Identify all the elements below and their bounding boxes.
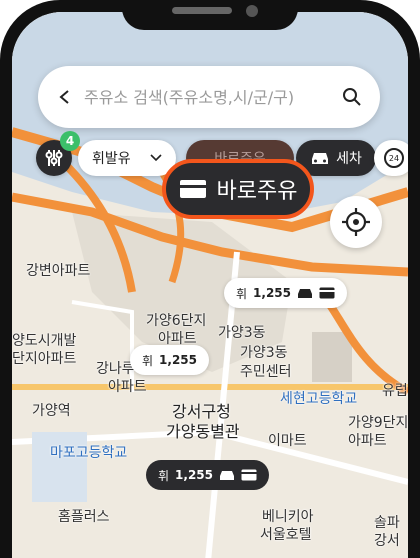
map-label: 가양9단지 xyxy=(348,415,408,431)
map-label: 유럽 xyxy=(382,383,408,399)
price-value: 1,255 xyxy=(253,286,292,300)
clock-24h-label: 24 xyxy=(389,154,399,163)
search-bar[interactable] xyxy=(38,66,380,128)
my-location-button[interactable] xyxy=(330,196,382,248)
gas-station-price-marker[interactable]: 휘 1,255 xyxy=(224,278,348,308)
crosshair-icon xyxy=(342,208,370,236)
gas-station-price-marker[interactable]: 휘 1,255 xyxy=(146,460,270,490)
speaker-grille xyxy=(172,7,232,14)
card-icon xyxy=(241,469,257,481)
map-label: 강서 xyxy=(374,533,400,549)
map-label: 베니키아 xyxy=(262,509,314,525)
fuel-code: 휘 xyxy=(158,468,170,483)
map-label: 가양6단지 xyxy=(146,313,207,329)
direct-fuel-highlight[interactable]: 바로주유 xyxy=(162,159,314,219)
search-input[interactable] xyxy=(82,86,336,108)
phone-frame: 강변아파트 가양6단지 아파트 양도시개발 단지아파트 강나루 아파트 가양3동… xyxy=(0,0,420,558)
fuel-type-label: 휘발유 xyxy=(92,151,131,167)
map-label: 강나루 xyxy=(96,361,135,377)
phone-notch xyxy=(122,0,298,30)
map-label: 솔파 xyxy=(374,515,400,531)
car-wash-icon xyxy=(298,289,313,298)
open-24h-chip[interactable]: 24 xyxy=(374,140,408,176)
fuel-code: 휘 xyxy=(236,286,248,301)
map-label: 강변아파트 xyxy=(26,263,91,279)
clock-24h-icon: 24 xyxy=(384,148,404,168)
chevron-down-icon xyxy=(150,154,162,162)
map-label: 양도시개발 xyxy=(12,333,77,349)
front-camera xyxy=(246,5,258,17)
map-label: 마포고등학교 xyxy=(50,445,128,461)
gas-station-price-marker[interactable]: 휘 1,255 xyxy=(130,345,210,375)
screen: 강변아파트 가양6단지 아파트 양도시개발 단지아파트 강나루 아파트 가양3동… xyxy=(12,12,408,558)
card-icon xyxy=(319,287,335,299)
map-label: 가양3동 xyxy=(218,325,266,341)
map-label: 주민센터 xyxy=(240,364,292,380)
car-wash-chip-label: 세차 xyxy=(336,151,362,167)
map-label: 이마트 xyxy=(268,433,307,449)
car-icon xyxy=(312,153,329,164)
car-wash-icon xyxy=(220,471,235,480)
map-label: 가양역 xyxy=(32,403,71,419)
map-label: 가양동별관 xyxy=(166,422,240,441)
map-label: 세현고등학교 xyxy=(280,391,358,407)
direct-fuel-highlight-label: 바로주유 xyxy=(216,179,298,204)
price-value: 1,255 xyxy=(159,353,198,367)
map-label: 아파트 xyxy=(348,433,387,449)
price-value: 1,255 xyxy=(175,468,214,482)
map-label: 가양3동 xyxy=(240,345,288,361)
filter-sliders-icon xyxy=(45,150,63,166)
back-arrow-icon[interactable] xyxy=(58,90,72,104)
filter-count-badge: 4 xyxy=(60,131,80,151)
fuel-code: 휘 xyxy=(142,353,154,368)
fuel-type-dropdown[interactable]: 휘발유 xyxy=(78,140,176,176)
map-label: 단지아파트 xyxy=(12,351,77,367)
map-label: 서울호텔 xyxy=(260,527,312,543)
search-icon[interactable] xyxy=(342,87,362,107)
map-label: 아파트 xyxy=(108,379,147,395)
credit-card-icon xyxy=(179,180,206,198)
map-label: 홈플러스 xyxy=(58,509,110,525)
